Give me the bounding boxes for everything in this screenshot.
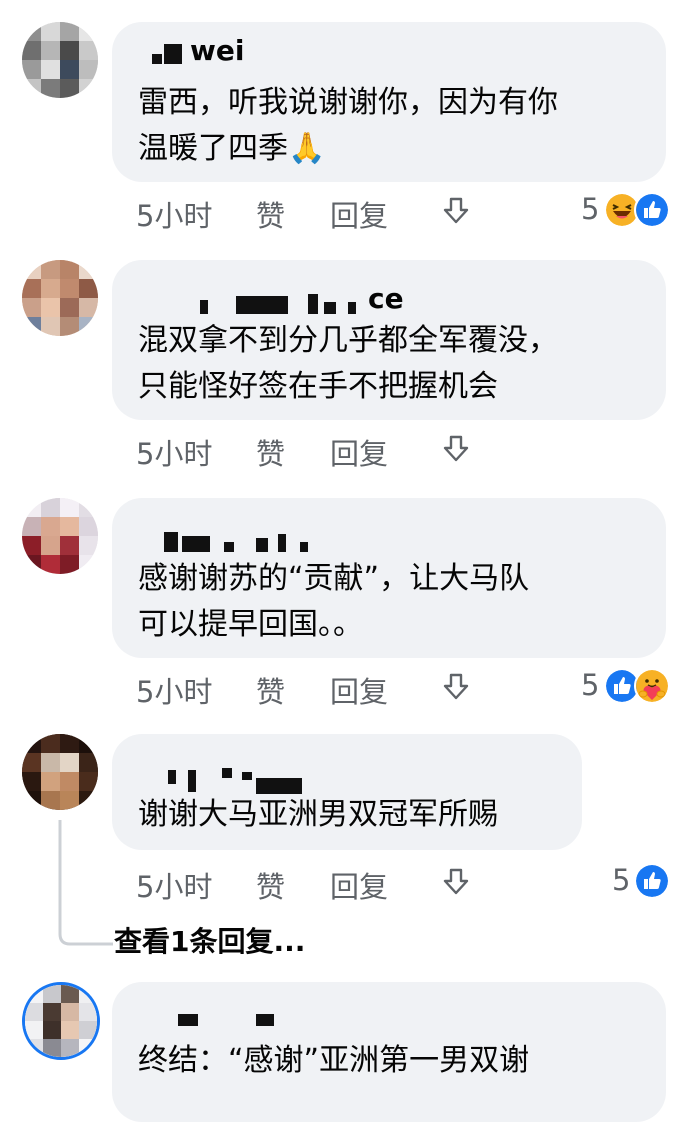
comment-text-line: 终结：“感谢”亚洲第一男双谢 bbox=[138, 1043, 530, 1078]
like-button[interactable]: 赞 bbox=[256, 864, 285, 906]
comment-text-line: 雷西，听我说谢谢你，因为有你 bbox=[138, 85, 558, 120]
avatar-image bbox=[22, 498, 98, 574]
comment-actions: 5小时 赞 回复 bbox=[136, 431, 676, 471]
commenter-name-fragment: ce bbox=[368, 282, 404, 315]
care-icon bbox=[634, 668, 670, 704]
commenter-name-obscured[interactable]: wei bbox=[138, 34, 268, 67]
reaction-count[interactable]: 5 bbox=[581, 668, 599, 702]
comment-bubble: 终结：“感谢”亚洲第一男双谢 bbox=[112, 982, 666, 1122]
reaction-count[interactable]: 5 bbox=[612, 863, 630, 897]
comment-text-line: 混双拿不到分几乎都全军覆没， bbox=[138, 323, 558, 358]
down-arrow-icon[interactable] bbox=[440, 433, 472, 465]
down-arrow-icon[interactable] bbox=[440, 671, 472, 703]
like-icon bbox=[634, 863, 670, 899]
comment-bubble: 谢谢大马亚洲男双冠军所赐 bbox=[112, 734, 582, 850]
comment-time[interactable]: 5小时 bbox=[136, 431, 212, 473]
comment-text-line: 谢谢大马亚洲男双冠军所赐 bbox=[138, 797, 498, 832]
commenter-name-obscured[interactable] bbox=[138, 512, 338, 552]
reply-button[interactable]: 回复 bbox=[330, 431, 388, 473]
avatar-image bbox=[22, 260, 98, 336]
avatar-image bbox=[22, 734, 98, 810]
avatar-image bbox=[25, 985, 97, 1057]
comment-time[interactable]: 5小时 bbox=[136, 864, 212, 906]
commenter-avatar[interactable] bbox=[22, 22, 98, 98]
comment-actions: 5小时 赞 回复 bbox=[136, 864, 676, 904]
avatar-image bbox=[22, 22, 98, 98]
commenter-name-fragment: wei bbox=[190, 34, 245, 67]
comment-time[interactable]: 5小时 bbox=[136, 669, 212, 711]
comment-text-line: 可以提早回国。。 bbox=[138, 607, 363, 642]
comment-text-line: 只能怪好签在手不把握机会 bbox=[138, 369, 498, 404]
reaction-count[interactable]: 5 bbox=[581, 192, 599, 226]
view-replies-link[interactable]: 查看1条回复... bbox=[114, 920, 305, 960]
commenter-avatar[interactable] bbox=[22, 260, 98, 336]
commenter-avatar[interactable] bbox=[22, 734, 98, 810]
reply-thread-line bbox=[58, 820, 113, 946]
reply-button[interactable]: 回复 bbox=[330, 193, 388, 235]
comment-text-line: 感谢谢苏的“贡献”，让大马队 bbox=[138, 561, 530, 596]
down-arrow-icon[interactable] bbox=[440, 195, 472, 227]
comment-bubble: 感谢谢苏的“贡献”，让大马队 可以提早回国。。 bbox=[112, 498, 666, 658]
comment-time[interactable]: 5小时 bbox=[136, 193, 212, 235]
commenter-avatar[interactable] bbox=[22, 982, 100, 1060]
reply-button[interactable]: 回复 bbox=[330, 864, 388, 906]
like-button[interactable]: 赞 bbox=[256, 431, 285, 473]
like-button[interactable]: 赞 bbox=[256, 193, 285, 235]
like-icon bbox=[634, 192, 670, 228]
commenter-name-obscured[interactable] bbox=[138, 996, 278, 1026]
commenter-name-obscured[interactable]: ce bbox=[138, 274, 404, 315]
comment-bubble: wei 雷西，听我说谢谢你，因为有你 温暖了四季🙏 bbox=[112, 22, 666, 182]
reply-button[interactable]: 回复 bbox=[330, 669, 388, 711]
comment-bubble: ce 混双拿不到分几乎都全军覆没， 只能怪好签在手不把握机会 bbox=[112, 260, 666, 420]
like-button[interactable]: 赞 bbox=[256, 669, 285, 711]
down-arrow-icon[interactable] bbox=[440, 866, 472, 898]
commenter-name-obscured[interactable] bbox=[138, 748, 318, 794]
comment-text-line: 温暖了四季🙏 bbox=[138, 131, 326, 166]
commenter-avatar[interactable] bbox=[22, 498, 98, 574]
